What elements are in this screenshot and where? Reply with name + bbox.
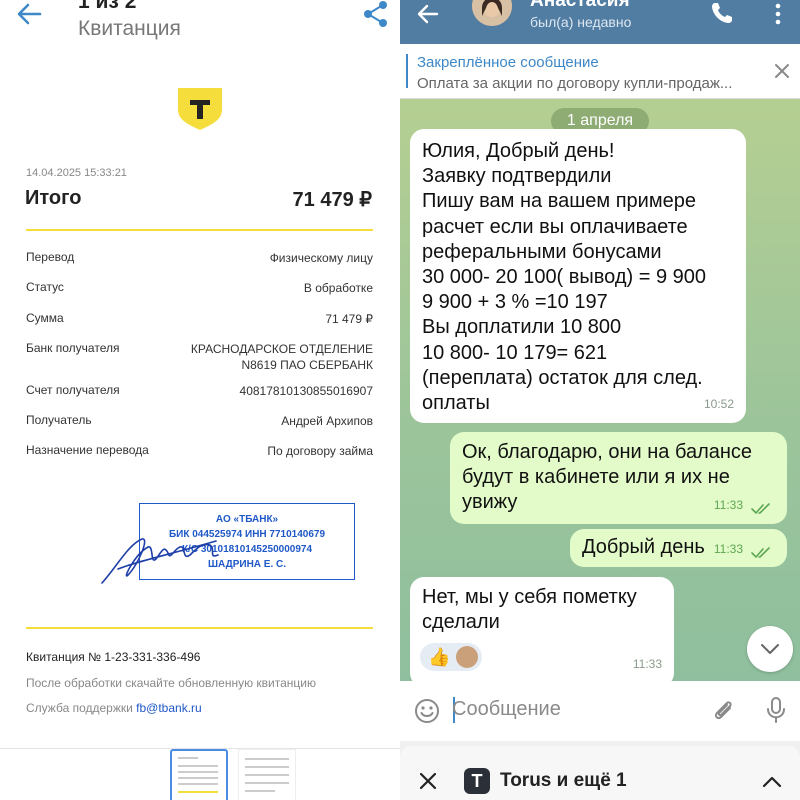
reaction-badge[interactable]: 👍 [420, 643, 482, 671]
chat-header: Анастасия был(а) недавно [400, 0, 800, 44]
tbank-logo [178, 88, 222, 130]
total-label: Итого [25, 187, 82, 209]
support-email-link[interactable]: fb@tbank.ru [136, 701, 202, 715]
message-time: 11:33 [632, 656, 662, 671]
tabs-label: Torus и ещё 1 [500, 770, 627, 791]
attach-icon[interactable] [710, 696, 736, 724]
total-value: 71 479 ₽ [292, 189, 372, 211]
app-icon: T [464, 768, 490, 794]
share-icon[interactable] [362, 0, 390, 28]
contact-status: был(а) недавно [530, 14, 632, 30]
support-label: Служба поддержки [26, 701, 133, 715]
message-list[interactable]: 1 апреля Юлия, Добрый день! Заявку подтв… [400, 99, 800, 681]
back-arrow-icon[interactable] [416, 2, 440, 26]
page-thumbnails [0, 748, 400, 800]
pinned-message[interactable]: Закреплённое сообщение Оплата за акции п… [400, 44, 800, 99]
page-thumbnail-1[interactable] [170, 749, 228, 800]
row-key: Перевод [26, 250, 75, 264]
page-thumbnail-2[interactable] [238, 749, 296, 800]
double-check-icon [751, 503, 770, 515]
row-key: Сумма [26, 311, 64, 325]
receipt-viewer: 1 из 2 Квитанция 14.04.2025 15:33:21 Ито… [0, 0, 400, 800]
support-line: Служба поддержки fb@tbank.ru [26, 701, 202, 715]
receipt-note: После обработки скачайте обновленную кви… [26, 676, 316, 690]
row-value: 40817810130855016907 [239, 384, 373, 398]
signature [101, 538, 219, 584]
message-text: Добрый день [582, 536, 705, 558]
pinned-text: Оплата за акции по договору купли-продаж… [417, 75, 733, 92]
emoji-icon[interactable] [414, 698, 440, 724]
row-key: Банк получателя [26, 341, 120, 355]
contact-name[interactable]: Анастасия [530, 0, 630, 12]
row-value: По договору займа [267, 444, 373, 458]
close-icon[interactable] [418, 771, 438, 791]
double-check-icon [751, 547, 770, 559]
message-text: Нет, мы у себя пометку сделали [422, 586, 637, 634]
divider [26, 229, 373, 231]
close-icon[interactable] [772, 61, 792, 81]
message-input[interactable]: Сообщение [452, 698, 561, 721]
row-value: 71 479 ₽ [325, 312, 373, 326]
receipt-header: 1 из 2 Квитанция [0, 0, 400, 50]
message-text: Юлия, Добрый день! Заявку подтвердили Пи… [422, 140, 707, 415]
row-value: Физическому лицу [269, 251, 373, 265]
divider [26, 627, 373, 629]
row-value: В обработке [303, 281, 373, 295]
phone-icon[interactable] [710, 1, 734, 25]
message-outgoing[interactable]: Добрый день 11:33 [570, 529, 787, 567]
pinned-title: Закреплённое сообщение [417, 54, 599, 71]
row-value: КРАСНОДАРСКОЕ ОТДЕЛЕНИЕ N8619 ПАО СБЕРБА… [190, 342, 373, 372]
more-vert-icon[interactable] [770, 2, 786, 26]
thumbs-up-icon: 👍 [428, 647, 451, 667]
row-value: Андрей Архипов [281, 414, 373, 428]
message-time: 11:33 [713, 497, 743, 512]
message-composer: Сообщение [400, 681, 800, 741]
chevron-down-icon [761, 644, 779, 654]
tabs-bar: T Torus и ещё 1 [400, 741, 800, 800]
document-title: Квитанция [78, 17, 181, 40]
receipt-date: 14.04.2025 15:33:21 [26, 167, 127, 179]
row-key: Счет получателя [26, 383, 120, 397]
back-arrow-icon[interactable] [14, 0, 44, 28]
row-key: Получатель [26, 413, 92, 427]
receipt-number: Квитанция № 1-23-331-336-496 [26, 650, 201, 664]
pinned-bar [406, 54, 408, 88]
chat-window: Анастасия был(а) недавно Закреплённое со… [400, 0, 800, 800]
tabs-panel[interactable]: T Torus и ещё 1 [400, 746, 800, 800]
row-key: Назначение перевода [26, 443, 149, 457]
message-time: 10:52 [703, 396, 734, 411]
avatar[interactable] [472, 0, 512, 26]
chevron-up-icon[interactable] [762, 775, 782, 789]
message-incoming[interactable]: Нет, мы у себя пометку сделали 👍 11:33 [410, 577, 674, 681]
message-time: 11:33 [713, 541, 743, 556]
message-incoming[interactable]: Юлия, Добрый день! Заявку подтвердили Пи… [410, 129, 746, 423]
page-count: 1 из 2 [78, 0, 137, 13]
avatar [456, 646, 478, 668]
mic-icon[interactable] [766, 696, 786, 724]
row-key: Статус [26, 280, 64, 294]
message-outgoing[interactable]: Ок, благодарю, они на балансе будут в ка… [450, 432, 787, 524]
scroll-down-button[interactable] [747, 626, 793, 672]
